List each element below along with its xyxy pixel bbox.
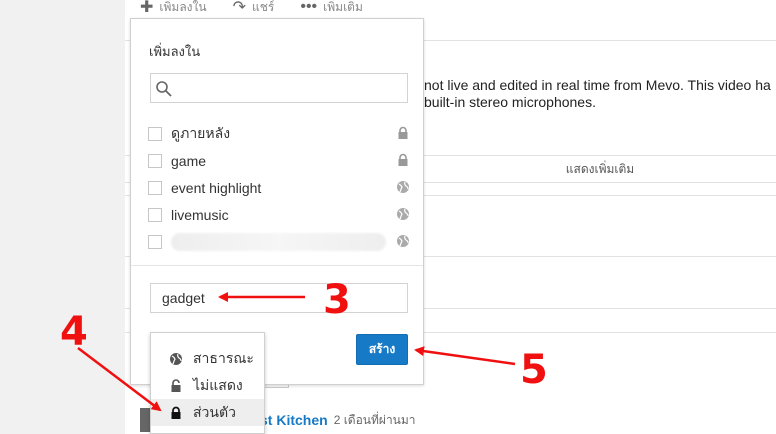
- playlist-name: ดูภายหลัง: [171, 124, 231, 141]
- more-label: เพิ่มเติม: [323, 0, 363, 14]
- globe-icon: [170, 352, 182, 365]
- playlist-name: game: [171, 152, 207, 169]
- related-meta: 2 เดือนที่ผ่านมา: [333, 412, 416, 427]
- show-more-button[interactable]: แสดงเพิ่มเติม: [424, 160, 776, 179]
- plus-icon: ✚: [140, 0, 154, 14]
- related-title[interactable]: st Kitchen: [260, 412, 328, 428]
- description-line: built-in stereo microphones.: [424, 94, 596, 110]
- playlist-item[interactable]: game: [148, 147, 410, 174]
- lock-icon: [398, 153, 408, 166]
- blurred-playlist-name: [171, 232, 386, 251]
- privacy-option-private[interactable]: ส่วนตัว: [151, 399, 264, 426]
- playlist-checkbox[interactable]: [148, 126, 162, 141]
- add-to-playlist-dialog: เพิ่มลงใน ดูภายหลัง game event highlight…: [130, 18, 424, 385]
- playlist-checkbox[interactable]: [148, 153, 162, 168]
- globe-icon: [397, 208, 409, 220]
- more-dots-icon: •••: [300, 0, 318, 14]
- playlist-checkbox[interactable]: [148, 180, 162, 195]
- more-button[interactable]: ••• เพิ่มเติม: [300, 0, 363, 14]
- video-action-bar: ✚ เพิ่มลงใน ↷ แชร์ ••• เพิ่มเติม: [140, 0, 389, 14]
- globe-icon: [397, 181, 409, 193]
- new-playlist-name-input[interactable]: gadget: [150, 283, 408, 313]
- annotation-step-3: 3: [323, 277, 351, 323]
- lock-icon: [398, 126, 408, 139]
- playlist-search-input[interactable]: [150, 73, 408, 103]
- share-label: แชร์: [252, 0, 275, 14]
- privacy-option-label: ส่วนตัว: [193, 403, 236, 420]
- playlist-item[interactable]: [148, 228, 410, 255]
- playlist-checkbox[interactable]: [148, 234, 162, 249]
- playlist-item[interactable]: ดูภายหลัง: [148, 120, 410, 147]
- share-icon: ↷: [232, 0, 247, 14]
- lock-icon: [171, 406, 181, 419]
- description-line: not live and edited in real time from Me…: [424, 77, 771, 93]
- annotation-step-4: 4: [60, 309, 88, 355]
- playlist-item[interactable]: event highlight: [148, 174, 410, 201]
- privacy-option-unlisted[interactable]: ไม่แสดง: [151, 372, 264, 399]
- dialog-divider: [131, 265, 423, 266]
- add-to-label: เพิ่มลงใน: [159, 0, 207, 14]
- privacy-option-label: สาธารณะ: [193, 349, 254, 366]
- video-description: not live and edited in real time from Me…: [424, 77, 776, 111]
- playlist-name: event highlight: [171, 179, 262, 196]
- playlist-list: ดูภายหลัง game event highlight livemusic: [148, 120, 410, 255]
- privacy-dropdown-menu: สาธารณะ ไม่แสดง ส่วนตัว: [150, 332, 265, 434]
- annotation-step-5: 5: [520, 347, 548, 393]
- search-icon: [156, 81, 172, 97]
- related-thumbnail[interactable]: [140, 408, 150, 432]
- dialog-title: เพิ่มลงใน: [149, 44, 201, 59]
- playlist-checkbox[interactable]: [148, 207, 162, 222]
- playlist-name: livemusic: [171, 206, 229, 223]
- unlock-icon: [171, 378, 181, 392]
- privacy-option-public[interactable]: สาธารณะ: [151, 345, 264, 372]
- playlist-item[interactable]: livemusic: [148, 201, 410, 228]
- create-button[interactable]: สร้าง: [356, 334, 408, 365]
- add-to-button[interactable]: ✚ เพิ่มลงใน: [140, 0, 207, 14]
- globe-icon: [397, 235, 409, 247]
- share-button[interactable]: ↷ แชร์: [233, 0, 275, 14]
- privacy-option-label: ไม่แสดง: [193, 376, 243, 393]
